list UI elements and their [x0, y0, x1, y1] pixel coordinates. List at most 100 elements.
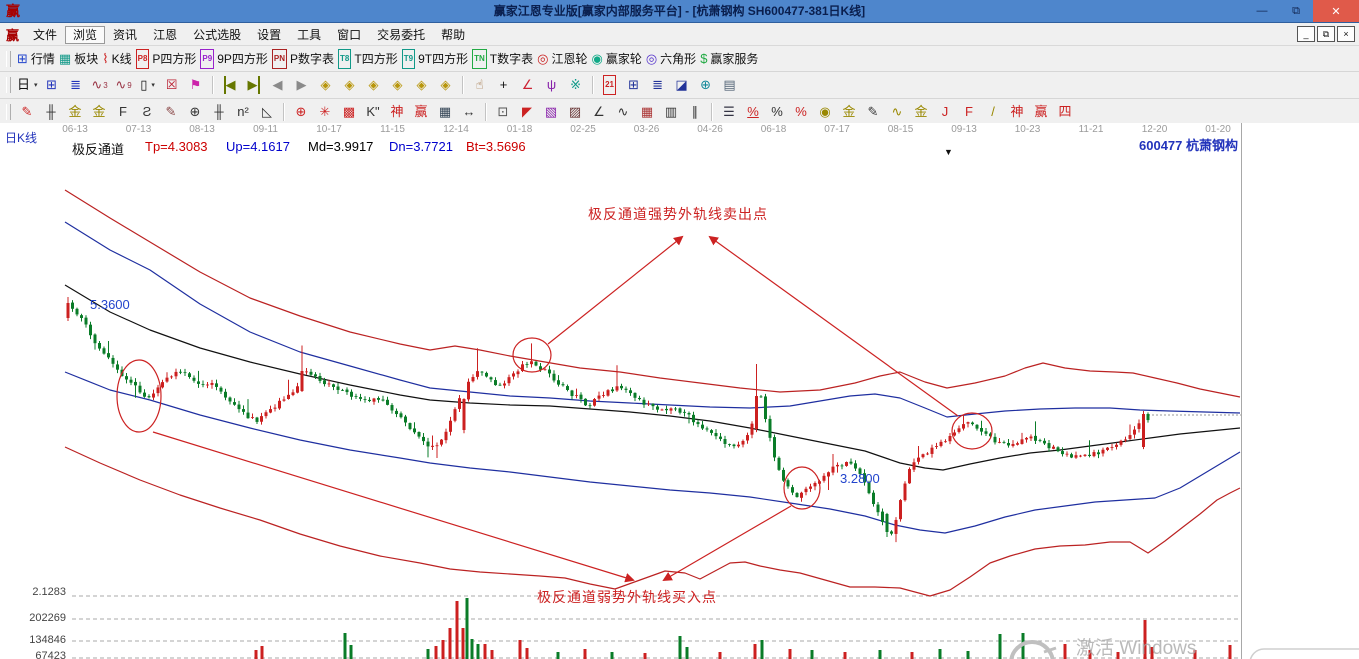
golden-section-2-button[interactable]: 金 — [87, 102, 111, 122]
gann-wheel-button[interactable]: ◎江恩轮 — [535, 49, 589, 69]
zoom-bar-left-button[interactable]: ◈ — [314, 75, 338, 95]
child-restore-button[interactable]: ⧉ — [1317, 26, 1335, 42]
golden-section-1-button[interactable]: 金 — [63, 102, 87, 122]
gold-line-button[interactable]: 金 — [837, 102, 861, 122]
protractor-button[interactable]: ∠ — [516, 75, 540, 95]
print-button[interactable]: ▤ — [718, 75, 742, 95]
hexagon-button[interactable]: ◎六角形 — [644, 49, 698, 69]
zoom-bar-right-button[interactable]: ◈ — [338, 75, 362, 95]
menu-item-资讯[interactable]: 资讯 — [105, 26, 145, 44]
grid-fine-button[interactable]: ▦ — [635, 102, 659, 122]
bar-width-button[interactable]: ↔ — [457, 102, 481, 122]
percent-line-button[interactable]: % — [789, 102, 813, 122]
kline-button[interactable]: ⌇K线 — [100, 49, 133, 69]
child-close-button[interactable]: × — [1337, 26, 1355, 42]
menu-item-交易委托[interactable]: 交易委托 — [369, 26, 433, 44]
menu-item-公式选股[interactable]: 公式选股 — [185, 26, 249, 44]
percent-plain-button[interactable]: % — [765, 102, 789, 122]
spiral-button[interactable]: Ƨ — [135, 102, 159, 122]
menu-item-江恩[interactable]: 江恩 — [145, 26, 185, 44]
prev-page-button[interactable]: ◀ — [266, 75, 290, 95]
9t-square-button[interactable]: T99T四方形 — [400, 49, 470, 69]
gann-grid-2-button[interactable]: ╫ — [207, 102, 231, 122]
p-number-table-button[interactable]: PNP数字表 — [270, 49, 336, 69]
gann-fan-tool-button[interactable]: ψ — [540, 75, 564, 95]
drag-hand-button[interactable]: ☝ — [468, 75, 492, 95]
gann-grid-1-button[interactable]: ╫ — [39, 102, 63, 122]
rect-tool-button[interactable]: ⊡ — [491, 102, 515, 122]
calculator-button[interactable]: ⊞ — [622, 75, 646, 95]
quotes-button[interactable]: ⊞行情 — [15, 49, 57, 69]
t-number-table-button[interactable]: TNT数字表 — [470, 49, 535, 69]
shen-tool-button[interactable]: 神 — [385, 102, 409, 122]
color-flag-button[interactable]: ⚑ — [184, 75, 208, 95]
spider-web-button[interactable]: ✳ — [313, 102, 337, 122]
period-day-button[interactable]: 日▾ — [15, 75, 40, 95]
wave-count-3-button[interactable]: ∿3 — [88, 75, 112, 95]
square-web-button[interactable]: ▩ — [337, 102, 361, 122]
grid-123-button[interactable]: ▦ — [433, 102, 457, 122]
minimize-button[interactable]: — — [1245, 0, 1279, 22]
step-scale-button[interactable]: ☰ — [717, 102, 741, 122]
shade-square-purple-button[interactable]: ▧ — [539, 102, 563, 122]
notes-button[interactable]: ≣ — [646, 75, 670, 95]
k-mark-button[interactable]: K" — [361, 102, 385, 122]
mark-pen-button[interactable]: ✎ — [861, 102, 885, 122]
shade-square-dark-button[interactable]: ▨ — [563, 102, 587, 122]
menu-item-帮助[interactable]: 帮助 — [433, 26, 473, 44]
grid-coarse-button[interactable]: ▥ — [659, 102, 683, 122]
chart-area[interactable]: 日K线 06-1307-1308-1309-1110-1711-1512-140… — [0, 123, 1359, 659]
pattern-tool-button[interactable]: ※ — [564, 75, 588, 95]
menu-item-浏览[interactable]: 浏览 — [65, 26, 105, 44]
zigzag-line-button[interactable]: ∿ — [611, 102, 635, 122]
menu-item-工具[interactable]: 工具 — [289, 26, 329, 44]
sectors-button[interactable]: ▦板块 — [57, 49, 100, 69]
brush-button[interactable]: ✎ — [15, 102, 39, 122]
expand-horizontal-button[interactable]: ◈ — [362, 75, 386, 95]
close-button[interactable]: ✕ — [1313, 0, 1359, 22]
next-page-button[interactable]: ▶ — [290, 75, 314, 95]
trend-angle-button[interactable]: ∠ — [587, 102, 611, 122]
gold-slant-button[interactable]: / — [981, 102, 1005, 122]
child-minimize-button[interactable]: _ — [1297, 26, 1315, 42]
brush-2-button[interactable]: ✎ — [159, 102, 183, 122]
candle-type-button[interactable]: ▯▾ — [136, 75, 160, 95]
menu-item-设置[interactable]: 设置 — [249, 26, 289, 44]
compress-horizontal-button[interactable]: ◈ — [386, 75, 410, 95]
ying-line-button[interactable]: 赢 — [1029, 102, 1053, 122]
formula-mask-button[interactable]: ☒ — [160, 75, 184, 95]
menu-item-窗口[interactable]: 窗口 — [329, 26, 369, 44]
gold-circle-button[interactable]: ◉ — [813, 102, 837, 122]
restore-button[interactable]: ⧉ — [1279, 0, 1313, 22]
first-page-button[interactable]: ◀ — [218, 75, 242, 95]
four-line-button[interactable]: 四 — [1053, 102, 1077, 122]
zoom-in-diamond-button[interactable]: ◈ — [434, 75, 458, 95]
f-square-button[interactable]: F — [111, 102, 135, 122]
indicator-name[interactable]: 极反通道 — [72, 139, 124, 158]
p-square-button[interactable]: P8P四方形 — [134, 49, 199, 69]
gold-channel-button[interactable]: 金 — [909, 102, 933, 122]
menu-item-文件[interactable]: 文件 — [25, 26, 65, 44]
zoom-out-diamond-button[interactable]: ◈ — [410, 75, 434, 95]
gold-wave-button[interactable]: ∿ — [885, 102, 909, 122]
shen-line-button[interactable]: 神 — [1005, 102, 1029, 122]
crosshair-button[interactable]: + — [492, 75, 516, 95]
wave-count-9-button[interactable]: ∿9 — [112, 75, 136, 95]
ray-fan-button[interactable]: ◤ — [515, 102, 539, 122]
last-page-button[interactable]: ▶ — [242, 75, 266, 95]
ying-tool-button[interactable]: 赢 — [409, 102, 433, 122]
9p-square-button[interactable]: P99P四方形 — [198, 49, 269, 69]
n-square-button[interactable]: n² — [231, 102, 255, 122]
percent-retrace-red-button[interactable]: % — [741, 102, 765, 122]
circle-cycle-button[interactable]: ⊕ — [183, 102, 207, 122]
t-square-button[interactable]: T8T四方形 — [336, 49, 400, 69]
parallel-lines-button[interactable]: ∥ — [683, 102, 707, 122]
time-target-button[interactable]: ⊕ — [289, 102, 313, 122]
data-download-button[interactable]: ⊕ — [694, 75, 718, 95]
save-button[interactable]: ◪ — [670, 75, 694, 95]
f-line-button[interactable]: F — [957, 102, 981, 122]
winner-wheel-button[interactable]: ◉赢家轮 — [589, 49, 643, 69]
j-line-button[interactable]: J — [933, 102, 957, 122]
info-panel-button[interactable]: ≣ — [64, 75, 88, 95]
multi-window-button[interactable]: ⊞ — [40, 75, 64, 95]
